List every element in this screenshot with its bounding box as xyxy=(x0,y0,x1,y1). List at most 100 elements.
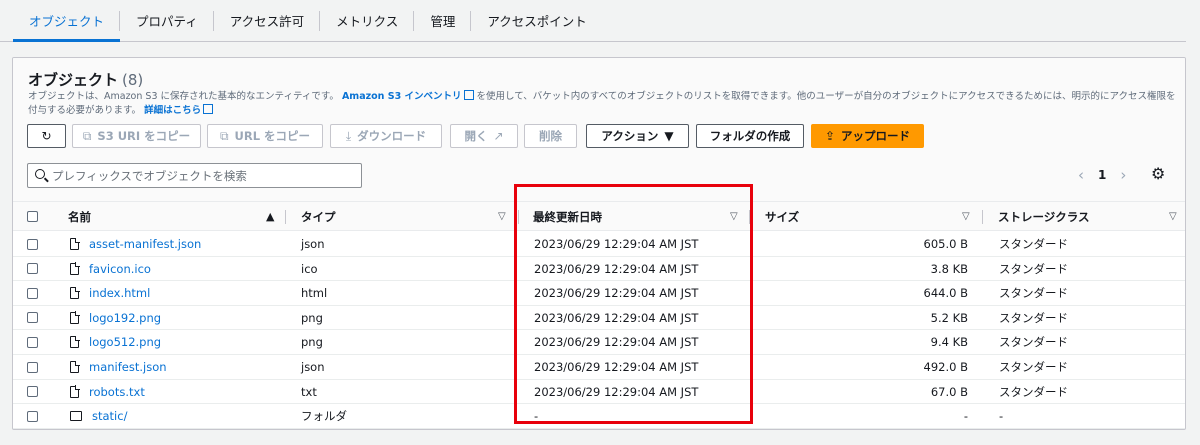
create-folder-button[interactable]: フォルダの作成 xyxy=(696,124,804,148)
tab-label: オブジェクト xyxy=(29,14,105,29)
tab-label: 管理 xyxy=(430,14,456,29)
row-checkbox[interactable] xyxy=(27,257,38,281)
object-type: txt xyxy=(301,384,317,399)
download-label: ダウンロード xyxy=(357,129,427,143)
object-name-link[interactable]: index.html xyxy=(89,286,150,300)
object-name-link[interactable]: manifest.json xyxy=(89,360,167,374)
object-type: json xyxy=(301,237,325,251)
object-name-link[interactable]: logo512.png xyxy=(89,335,161,349)
row-checkbox[interactable] xyxy=(27,281,38,305)
tab-label: プロパティ xyxy=(136,14,198,29)
checkbox[interactable] xyxy=(27,336,38,348)
sort-icon[interactable]: ▽ xyxy=(962,211,970,222)
object-size: 67.0 B xyxy=(930,384,968,399)
column-header-storage-class[interactable]: ストレージクラス xyxy=(998,202,1090,231)
copy-url-button[interactable]: ⧉ URL をコピー xyxy=(207,124,323,148)
row-checkbox[interactable] xyxy=(27,232,38,256)
row-checkbox[interactable] xyxy=(27,306,38,330)
tab-properties[interactable]: プロパティ xyxy=(120,0,214,41)
tab-management[interactable]: 管理 xyxy=(414,0,472,41)
inventory-link[interactable]: Amazon S3 インベントリ xyxy=(341,90,474,102)
object-type: html xyxy=(301,286,328,301)
column-header-size[interactable]: サイズ xyxy=(765,202,799,231)
checkbox[interactable] xyxy=(27,238,38,250)
tab-metrics[interactable]: メトリクス xyxy=(320,0,415,41)
sort-icon[interactable]: ▽ xyxy=(1169,211,1177,222)
object-type: json xyxy=(301,360,325,374)
object-name-link[interactable]: logo192.png xyxy=(89,311,161,325)
tab-objects[interactable]: オブジェクト xyxy=(13,0,121,42)
open-button[interactable]: 開く ↗ xyxy=(450,124,518,148)
row-checkbox[interactable] xyxy=(27,380,38,404)
refresh-icon: ↻ xyxy=(41,129,52,143)
file-icon xyxy=(70,385,80,398)
upload-button[interactable]: ⇪ アップロード xyxy=(811,124,924,148)
delete-label: 削除 xyxy=(539,129,562,143)
column-resizer[interactable] xyxy=(982,210,983,224)
checkbox[interactable] xyxy=(27,211,38,222)
tab-permissions[interactable]: アクセス許可 xyxy=(214,0,321,41)
create-folder-label: フォルダの作成 xyxy=(709,129,791,143)
object-type: png xyxy=(301,310,323,325)
download-button[interactable]: ⤓ ダウンロード xyxy=(330,124,442,148)
search-input[interactable]: プレフィックスでオブジェクトを検索 xyxy=(27,163,362,188)
file-icon xyxy=(70,360,80,373)
object-name-cell: static/ xyxy=(70,404,127,428)
tab-access-points[interactable]: アクセスポイント xyxy=(471,0,602,41)
object-name-cell: manifest.json xyxy=(70,355,167,379)
copy-s3-uri-button[interactable]: ⧉ S3 URI をコピー xyxy=(72,124,201,148)
caret-down-icon: ▼ xyxy=(664,129,674,143)
prev-page-icon[interactable]: ‹ xyxy=(1078,166,1084,184)
storage-class: スタンダード xyxy=(999,360,1068,374)
object-name-link[interactable]: robots.txt xyxy=(89,385,145,399)
column-header-name[interactable]: 名前 xyxy=(68,202,91,231)
row-checkbox[interactable] xyxy=(27,330,38,354)
inventory-link-label: Amazon S3 インベントリ xyxy=(341,91,462,102)
sort-ascending-icon[interactable]: ▲ xyxy=(266,210,274,223)
storage-class: スタンダード xyxy=(999,335,1068,350)
external-link-icon xyxy=(203,103,214,114)
column-label: サイズ xyxy=(765,209,800,224)
copy-icon: ⧉ xyxy=(82,128,92,143)
object-size: 605.0 B xyxy=(923,237,968,251)
next-page-icon[interactable]: › xyxy=(1120,166,1126,184)
open-label: 開く xyxy=(464,129,488,143)
storage-class: - xyxy=(999,409,1004,424)
row-checkbox[interactable] xyxy=(27,355,38,379)
column-resizer[interactable] xyxy=(285,210,286,224)
sort-icon[interactable]: ▽ xyxy=(498,211,506,222)
objects-description: オブジェクトは、Amazon S3 に保存された基本的なエンティティです。 Am… xyxy=(28,90,1178,117)
object-type: フォルダ xyxy=(301,409,347,424)
object-size: 644.0 B xyxy=(923,286,968,301)
checkbox[interactable] xyxy=(27,386,38,398)
download-icon: ⤓ xyxy=(345,128,352,143)
checkbox[interactable] xyxy=(27,312,38,324)
storage-class: スタンダード xyxy=(999,384,1068,399)
column-header-type[interactable]: タイプ xyxy=(301,202,336,231)
tab-label: メトリクス xyxy=(336,14,399,29)
object-name-link[interactable]: favicon.ico xyxy=(89,262,151,276)
select-all-checkbox[interactable] xyxy=(27,202,38,231)
page-number[interactable]: 1 xyxy=(1098,168,1106,182)
checkbox[interactable] xyxy=(27,361,38,373)
object-size: - xyxy=(963,409,968,424)
checkbox[interactable] xyxy=(27,263,38,275)
column-label: ストレージクラス xyxy=(998,209,1090,224)
tab-bar: オブジェクト プロパティ アクセス許可 メトリクス 管理 アクセスポイント xyxy=(0,0,1186,42)
object-name-cell: robots.txt xyxy=(70,380,145,404)
checkbox[interactable] xyxy=(27,410,38,422)
upload-icon: ⇪ xyxy=(824,129,836,143)
external-link-icon xyxy=(463,90,474,100)
file-icon xyxy=(70,286,80,300)
refresh-button[interactable]: ↻ xyxy=(27,124,66,148)
actions-dropdown[interactable]: アクション ▼ xyxy=(586,124,689,148)
object-name-link[interactable]: static/ xyxy=(92,409,127,423)
gear-icon[interactable]: ⚙ xyxy=(1151,164,1165,183)
details-link[interactable]: 詳細はこちら xyxy=(144,103,214,116)
row-checkbox[interactable] xyxy=(27,404,38,428)
checkbox[interactable] xyxy=(27,287,38,299)
object-size: 9.4 KB xyxy=(930,335,968,350)
delete-button[interactable]: 削除 xyxy=(524,124,577,148)
object-name-link[interactable]: asset-manifest.json xyxy=(89,237,201,251)
actions-label: アクション xyxy=(601,129,659,143)
